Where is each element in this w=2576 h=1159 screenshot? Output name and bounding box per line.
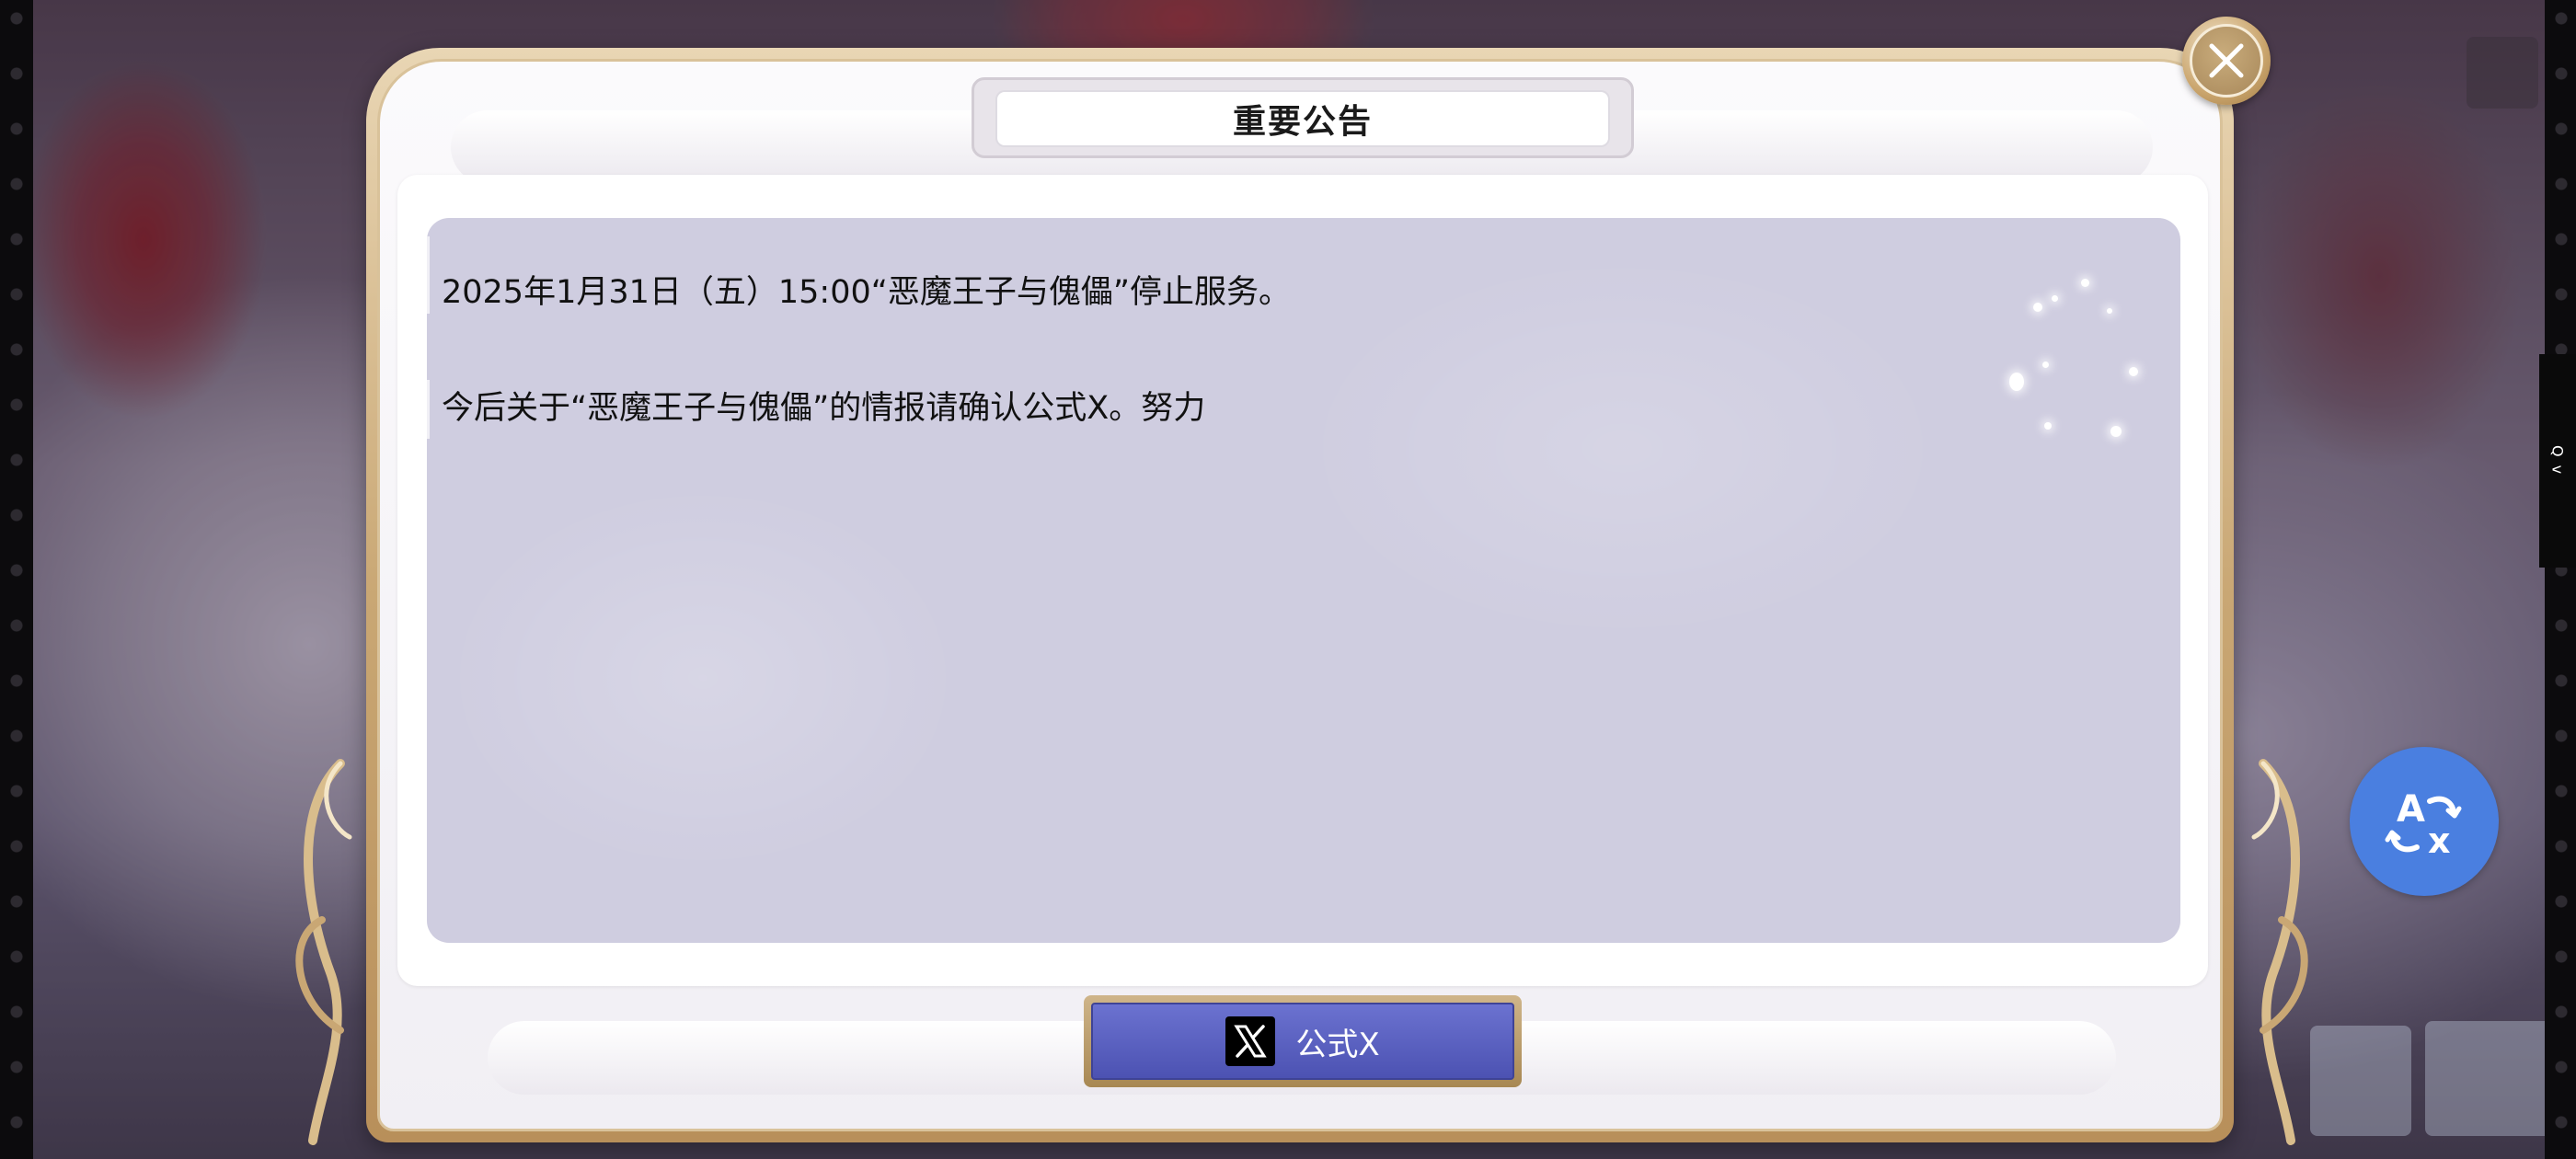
x-logo-icon — [1225, 1016, 1276, 1066]
dialog-title: 重要公告 — [1232, 103, 1373, 141]
sparkle-decoration — [2033, 303, 2042, 312]
side-tab[interactable]: Q v — [2539, 354, 2576, 568]
sparkle-decoration — [2009, 373, 2024, 391]
close-button[interactable] — [2182, 17, 2271, 105]
sparkle-decoration — [2107, 308, 2112, 314]
background-button-b — [2425, 1021, 2554, 1136]
right-ornament — [2251, 759, 2308, 1145]
svg-text:x: x — [2428, 820, 2451, 861]
announcement-line: 2025年1月31日（五）15:00“恶魔王子与傀儡”停止服务。 — [442, 274, 1292, 311]
line-marker — [427, 380, 430, 439]
sparkle-decoration — [2110, 426, 2122, 437]
announcement-content[interactable]: 2025年1月31日（五）15:00“恶魔王子与傀儡”停止服务。 今后关于“恶魔… — [427, 218, 2180, 943]
sparkle-decoration — [2044, 422, 2052, 430]
side-tab-label: Q v — [2548, 445, 2567, 476]
line-marker — [427, 236, 430, 314]
title-plate: 重要公告 — [995, 90, 1610, 147]
translate-button[interactable]: A x — [2350, 747, 2499, 896]
official-x-button[interactable]: 公式X — [1084, 995, 1522, 1087]
svg-text:A: A — [2397, 788, 2425, 831]
close-icon — [2209, 43, 2244, 78]
left-ornamental-bar — [0, 0, 33, 1159]
close-button-ring — [2190, 24, 2263, 98]
sparkle-decoration — [2052, 295, 2058, 302]
background-menu-square — [2467, 37, 2538, 109]
announcement-line: 今后关于“恶魔王子与傀儡”的情报请确认公式X。努力 — [442, 390, 1206, 427]
game-screen: Q v 重要公告 2025年1月31日（五）15:00“恶魔王子与傀儡”停止服务… — [0, 0, 2576, 1159]
right-ornamental-bar — [2545, 0, 2576, 1159]
background-button-a — [2310, 1026, 2411, 1136]
official-x-button-label: 公式X — [1295, 1026, 1380, 1063]
sparkle-decoration — [2081, 279, 2089, 287]
sparkle-decoration — [2129, 367, 2138, 376]
official-x-button-face: 公式X — [1091, 1003, 1514, 1080]
translate-icon: A x — [2385, 788, 2462, 861]
sparkle-decoration — [2042, 361, 2049, 368]
left-ornament — [295, 759, 352, 1145]
